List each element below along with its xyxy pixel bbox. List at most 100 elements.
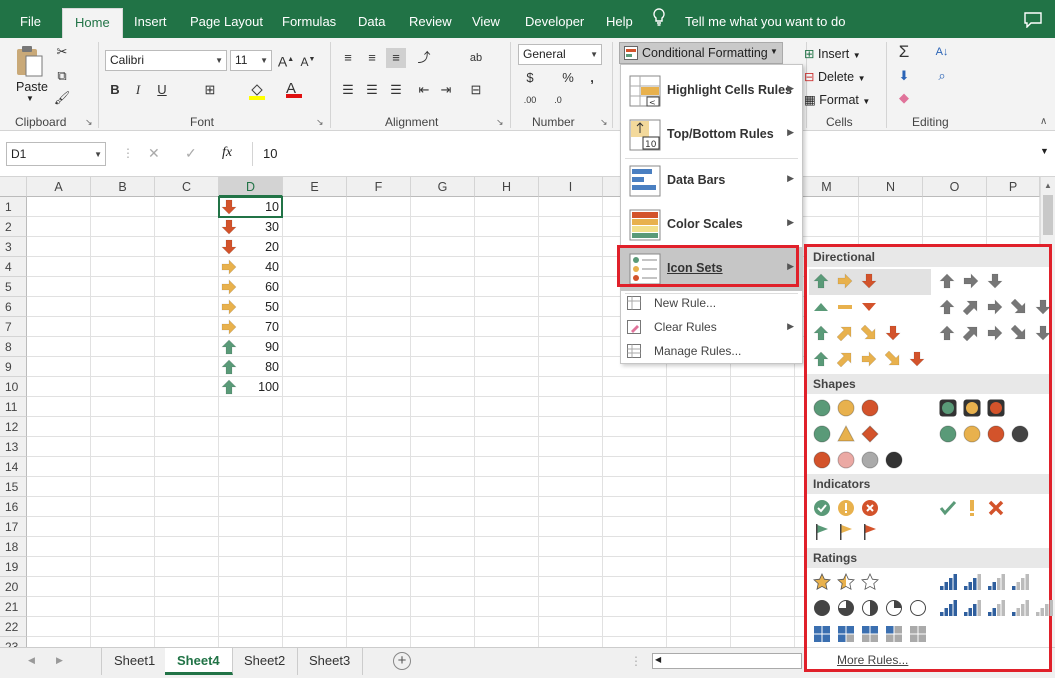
- column-header-i[interactable]: I: [539, 177, 603, 197]
- cell-d9[interactable]: 80: [219, 357, 281, 377]
- decrease-indent-icon[interactable]: ⇤: [414, 80, 434, 100]
- font-color-icon[interactable]: A: [286, 80, 302, 98]
- number-launcher-icon[interactable]: ↘: [600, 117, 608, 128]
- cancel-icon[interactable]: ✕: [148, 145, 160, 162]
- row-header[interactable]: 19: [0, 557, 27, 577]
- font-name-combo[interactable]: Calibri ▼: [105, 50, 227, 71]
- directional-icon-sets[interactable]: [807, 269, 1051, 373]
- row-header[interactable]: 5: [0, 277, 27, 297]
- paste-label[interactable]: Paste: [16, 80, 48, 94]
- font-size-combo[interactable]: 11 ▼: [230, 50, 272, 71]
- delete-cells-button[interactable]: ⊟ Delete ▼: [804, 69, 866, 84]
- more-rules-link[interactable]: More Rules...: [837, 653, 908, 667]
- row-header[interactable]: 16: [0, 497, 27, 517]
- clear-icon[interactable]: ◆: [894, 88, 914, 108]
- row-header[interactable]: 20: [0, 577, 27, 597]
- increase-decimal-icon[interactable]: .00: [520, 90, 540, 110]
- cell-d10[interactable]: 100: [219, 377, 281, 397]
- column-header-m[interactable]: M: [795, 177, 859, 197]
- column-header-b[interactable]: B: [91, 177, 155, 197]
- wrap-text-icon[interactable]: ab: [466, 48, 486, 68]
- row-header[interactable]: 10: [0, 377, 27, 397]
- alignment-launcher-icon[interactable]: ↘: [496, 117, 504, 128]
- row-header[interactable]: 3: [0, 237, 27, 257]
- name-box[interactable]: D1 ▼: [6, 142, 106, 166]
- column-header-c[interactable]: C: [155, 177, 219, 197]
- bold-button[interactable]: B: [105, 80, 125, 100]
- percent-icon[interactable]: %: [558, 68, 578, 88]
- menu-item-top-bottom[interactable]: 10 Top/Bottom Rules ▶: [621, 113, 802, 157]
- row-header[interactable]: 23: [0, 637, 27, 647]
- column-header-d[interactable]: D: [219, 177, 283, 197]
- shapes-icon-sets[interactable]: [807, 395, 1049, 473]
- add-sheet-icon[interactable]: +: [393, 652, 411, 670]
- cell-d6[interactable]: 50: [219, 297, 281, 317]
- decrease-decimal-icon[interactable]: .0: [548, 90, 568, 110]
- row-header[interactable]: 18: [0, 537, 27, 557]
- cell-d5[interactable]: 60: [219, 277, 281, 297]
- insert-function-icon[interactable]: fx: [222, 145, 232, 161]
- align-right-icon[interactable]: ☰: [386, 80, 406, 100]
- align-middle-icon[interactable]: ≡: [362, 48, 382, 68]
- enter-icon[interactable]: ✓: [185, 145, 197, 162]
- column-header-f[interactable]: F: [347, 177, 411, 197]
- expand-formula-icon[interactable]: ▼: [1040, 146, 1049, 156]
- row-header[interactable]: 14: [0, 457, 27, 477]
- conditional-formatting-button[interactable]: Conditional Formatting ▼: [619, 42, 783, 64]
- row-header[interactable]: 9: [0, 357, 27, 377]
- menu-item-data-bars[interactable]: Data Bars ▶: [621, 159, 802, 203]
- number-format-combo[interactable]: General ▼: [518, 44, 602, 65]
- row-header[interactable]: 1: [0, 197, 27, 217]
- increase-indent-icon[interactable]: ⇥: [436, 80, 456, 100]
- row-header[interactable]: 22: [0, 617, 27, 637]
- ratings-icon-sets[interactable]: [807, 569, 1053, 647]
- paste-dropdown-icon[interactable]: ▼: [26, 94, 34, 103]
- comma-icon[interactable]: ,: [582, 68, 602, 88]
- borders-icon[interactable]: ⊞: [200, 80, 220, 100]
- row-header[interactable]: 11: [0, 397, 27, 417]
- sort-filter-icon[interactable]: A↓: [932, 42, 952, 62]
- cell-d7[interactable]: 70: [219, 317, 281, 337]
- row-header[interactable]: 7: [0, 317, 27, 337]
- row-header[interactable]: 2: [0, 217, 27, 237]
- indicators-icon-sets[interactable]: [807, 495, 1049, 547]
- format-painter-icon[interactable]: 🖌: [52, 88, 72, 108]
- menu-item-new-rule[interactable]: New Rule...: [621, 291, 802, 315]
- sheet-tab[interactable]: Sheet2: [232, 648, 299, 675]
- row-header[interactable]: 8: [0, 337, 27, 357]
- column-header-p[interactable]: P: [987, 177, 1040, 197]
- cell-d3[interactable]: 20: [219, 237, 281, 257]
- copy-icon[interactable]: ⧉: [52, 66, 72, 86]
- row-header[interactable]: 15: [0, 477, 27, 497]
- tab-data[interactable]: Data: [346, 8, 397, 38]
- font-launcher-icon[interactable]: ↘: [316, 117, 324, 128]
- insert-cells-button[interactable]: ⊞ Insert ▼: [804, 46, 861, 61]
- autosum-icon[interactable]: Σ: [894, 42, 914, 62]
- tab-review[interactable]: Review: [397, 8, 464, 38]
- menu-item-color-scales[interactable]: Color Scales ▶: [621, 203, 802, 247]
- tab-insert[interactable]: Insert: [122, 8, 179, 38]
- column-header-e[interactable]: E: [283, 177, 347, 197]
- row-header[interactable]: 4: [0, 257, 27, 277]
- decrease-font-icon[interactable]: A▼: [298, 50, 318, 70]
- scroll-left-icon[interactable]: ◀: [655, 655, 661, 664]
- tab-page-layout[interactable]: Page Layout: [178, 8, 275, 38]
- tell-me-search[interactable]: Tell me what you want to do: [673, 8, 857, 38]
- split-handle-icon[interactable]: ⋮: [630, 654, 642, 668]
- cut-icon[interactable]: ✂: [52, 42, 72, 62]
- merge-center-icon[interactable]: ⊟: [466, 80, 486, 100]
- tab-view[interactable]: View: [460, 8, 512, 38]
- tab-home[interactable]: Home: [62, 8, 123, 38]
- tab-developer[interactable]: Developer: [513, 8, 596, 38]
- cell-d4[interactable]: 40: [219, 257, 281, 277]
- fill-color-icon[interactable]: [248, 82, 266, 103]
- scroll-up-icon[interactable]: ▲: [1044, 181, 1052, 190]
- increase-font-icon[interactable]: A▲: [276, 50, 296, 70]
- cell-d2[interactable]: 30: [219, 217, 281, 237]
- sheet-tab[interactable]: Sheet1: [101, 648, 169, 675]
- orientation-icon[interactable]: ⤴: [414, 48, 434, 68]
- row-header[interactable]: 21: [0, 597, 27, 617]
- column-header-a[interactable]: A: [27, 177, 91, 197]
- scroll-right-icon[interactable]: ▶: [56, 655, 63, 666]
- comment-icon[interactable]: [1024, 12, 1042, 31]
